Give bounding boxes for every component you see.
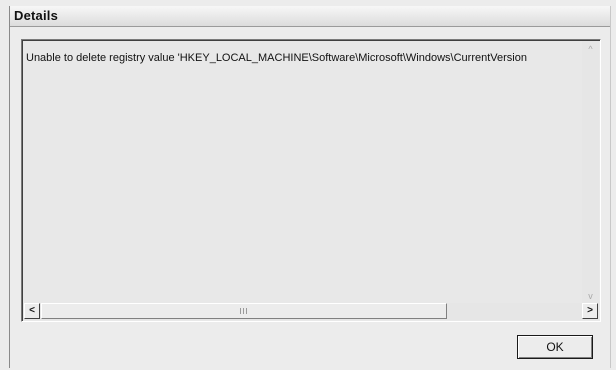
vertical-scrollbar[interactable]: ^ v bbox=[582, 41, 599, 305]
horizontal-scrollbar[interactable]: < > bbox=[23, 303, 599, 320]
dialog-title: Details bbox=[14, 8, 59, 23]
scroll-grip-icon bbox=[240, 308, 248, 314]
details-dialog: Details Unable to delete registry value … bbox=[9, 6, 611, 368]
horizontal-scroll-thumb[interactable] bbox=[41, 303, 447, 319]
details-text: Unable to delete registry value 'HKEY_LO… bbox=[26, 52, 527, 64]
details-textbox[interactable]: Unable to delete registry value 'HKEY_LO… bbox=[21, 39, 601, 322]
scroll-right-icon[interactable]: > bbox=[582, 303, 598, 319]
scroll-up-icon[interactable]: ^ bbox=[582, 41, 599, 58]
scroll-left-icon[interactable]: < bbox=[24, 303, 40, 319]
title-bar: Details bbox=[10, 6, 610, 27]
ok-button[interactable]: OK bbox=[517, 335, 593, 359]
